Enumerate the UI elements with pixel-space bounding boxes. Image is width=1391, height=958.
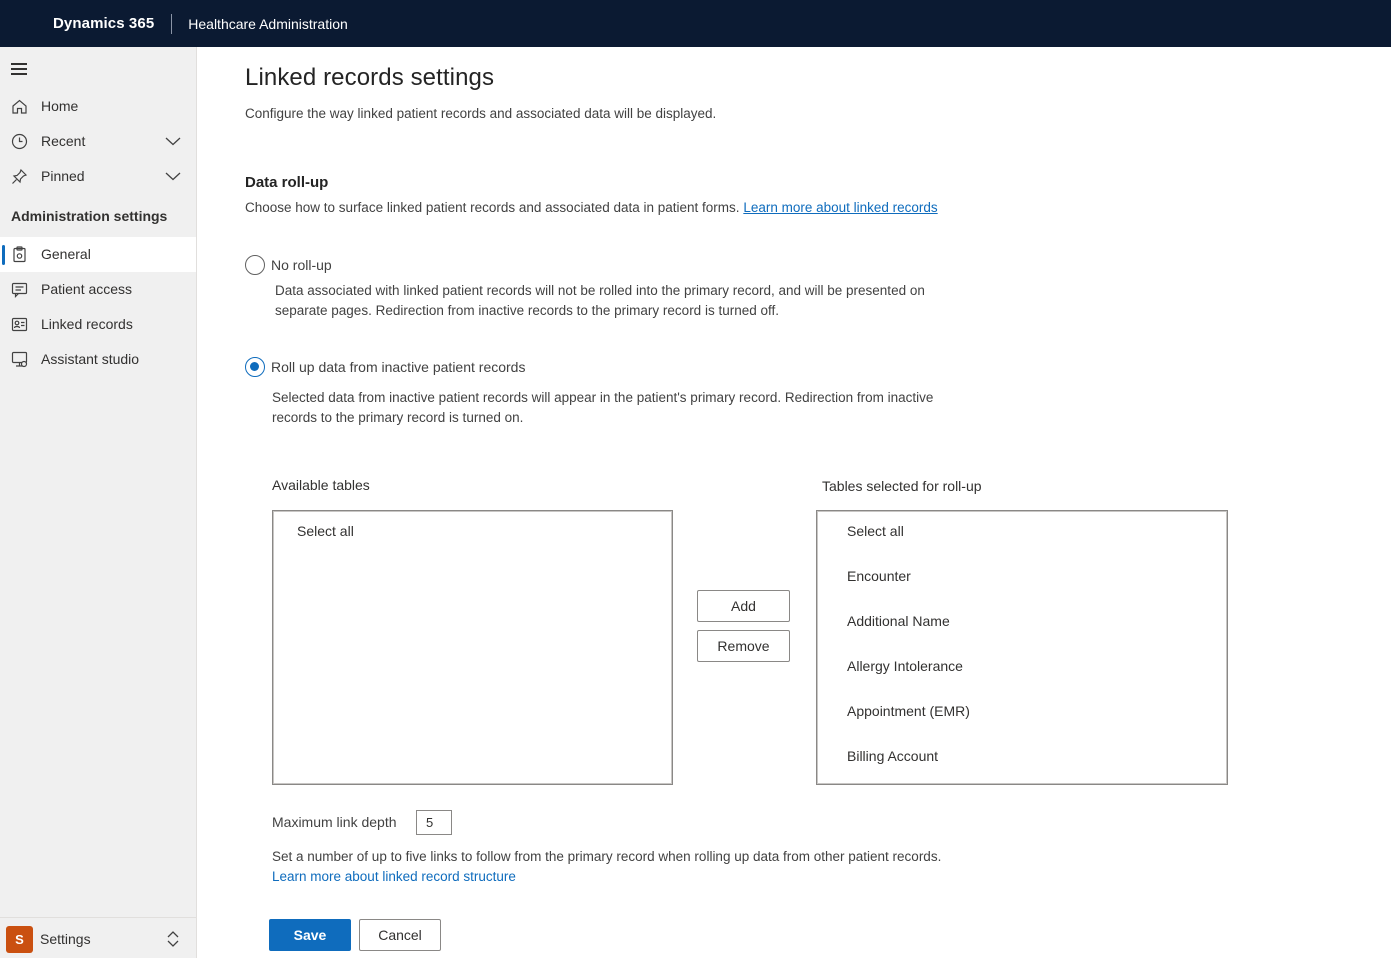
sidebar-item-label: Assistant studio	[41, 351, 140, 367]
hamburger-icon[interactable]	[11, 63, 27, 75]
settings-label: Settings	[40, 931, 91, 947]
sidebar-item-label: General	[41, 246, 91, 262]
clock-icon	[11, 133, 28, 150]
available-tables-list[interactable]: Select all	[272, 510, 673, 785]
pin-icon	[12, 168, 28, 184]
selected-tables-list[interactable]: Select all Encounter Additional Name All…	[816, 510, 1228, 785]
sidebar-item-assistant-studio[interactable]: Assistant studio	[0, 342, 196, 377]
sidebar-item-pinned[interactable]: Pinned	[0, 159, 196, 194]
sidebar-item-patient-access[interactable]: Patient access	[0, 272, 196, 307]
sidebar-item-label: Home	[41, 98, 79, 114]
sidebar-item-linked-records[interactable]: Linked records	[0, 307, 196, 342]
save-button[interactable]: Save	[269, 919, 351, 951]
add-button[interactable]: Add	[697, 590, 790, 622]
section-heading: Data roll-up	[245, 174, 329, 191]
brand-title[interactable]: Dynamics 365	[53, 15, 154, 32]
section-description: Choose how to surface linked patient rec…	[245, 200, 938, 215]
list-item[interactable]: Appointment (EMR)	[847, 703, 970, 719]
selected-tables-label: Tables selected for roll-up	[822, 478, 982, 494]
section-description-text: Choose how to surface linked patient rec…	[245, 200, 740, 215]
chevron-up-down-icon[interactable]	[166, 930, 180, 948]
chevron-down-icon[interactable]	[164, 170, 182, 182]
sidebar-item-home[interactable]: Home	[0, 89, 196, 124]
max-link-depth-input[interactable]	[416, 810, 452, 835]
list-item[interactable]: Encounter	[847, 568, 911, 584]
sidebar-item-general[interactable]: General	[0, 237, 196, 272]
rollup-inactive-description: Selected data from inactive patient reco…	[272, 390, 934, 425]
top-bar: Dynamics 365 Healthcare Administration	[0, 0, 1391, 47]
contact-card-icon	[11, 317, 28, 332]
clipboard-settings-icon	[13, 246, 26, 263]
no-rollup-description: Data associated with linked patient reco…	[275, 283, 925, 318]
sidebar-item-label: Patient access	[41, 281, 133, 297]
chat-card-icon	[11, 282, 28, 298]
sidebar-item-label: Linked records	[41, 316, 133, 332]
bot-screen-icon	[11, 351, 28, 368]
rollup-inactive-label[interactable]: Roll up data from inactive patient recor…	[271, 359, 525, 375]
remove-button[interactable]: Remove	[697, 630, 790, 662]
main-content: Linked records settings Configure the wa…	[197, 47, 1391, 958]
no-rollup-label[interactable]: No roll-up	[271, 257, 332, 273]
list-item[interactable]: Select all	[297, 523, 354, 539]
app-name[interactable]: Healthcare Administration	[188, 16, 348, 32]
home-icon	[12, 99, 27, 114]
max-link-depth-label: Maximum link depth	[272, 814, 397, 830]
cancel-button[interactable]: Cancel	[359, 919, 441, 951]
title-divider	[171, 13, 173, 34]
list-item[interactable]: Allergy Intolerance	[847, 658, 963, 674]
max-link-depth-description: Set a number of up to five links to foll…	[272, 847, 952, 881]
page-title: Linked records settings	[245, 64, 495, 91]
sidebar-item-recent[interactable]: Recent	[0, 124, 196, 159]
section-title: Administration settings	[11, 208, 168, 224]
no-rollup-radio[interactable]	[245, 255, 265, 275]
sidebar-item-label: Pinned	[41, 168, 85, 184]
learn-more-link-structure-link[interactable]: Learn more about linked record structure	[272, 869, 516, 881]
list-item[interactable]: Select all	[847, 523, 904, 539]
sidebar: Home Recent Pinned Administration settin…	[0, 47, 197, 958]
settings-area-switcher[interactable]: S Settings	[0, 917, 196, 958]
avatar: S	[6, 926, 33, 953]
available-tables-label: Available tables	[272, 477, 370, 493]
chevron-down-icon[interactable]	[164, 135, 182, 147]
max-link-depth-description-text: Set a number of up to five links to foll…	[272, 849, 942, 864]
learn-more-linked-records-link[interactable]: Learn more about linked records	[743, 200, 937, 215]
page-description: Configure the way linked patient records…	[245, 106, 717, 121]
list-item[interactable]: Billing Account	[847, 748, 938, 764]
list-item[interactable]: Additional Name	[847, 613, 950, 629]
active-indicator	[2, 245, 5, 265]
rollup-inactive-radio[interactable]	[245, 357, 265, 377]
sidebar-item-label: Recent	[41, 133, 86, 149]
